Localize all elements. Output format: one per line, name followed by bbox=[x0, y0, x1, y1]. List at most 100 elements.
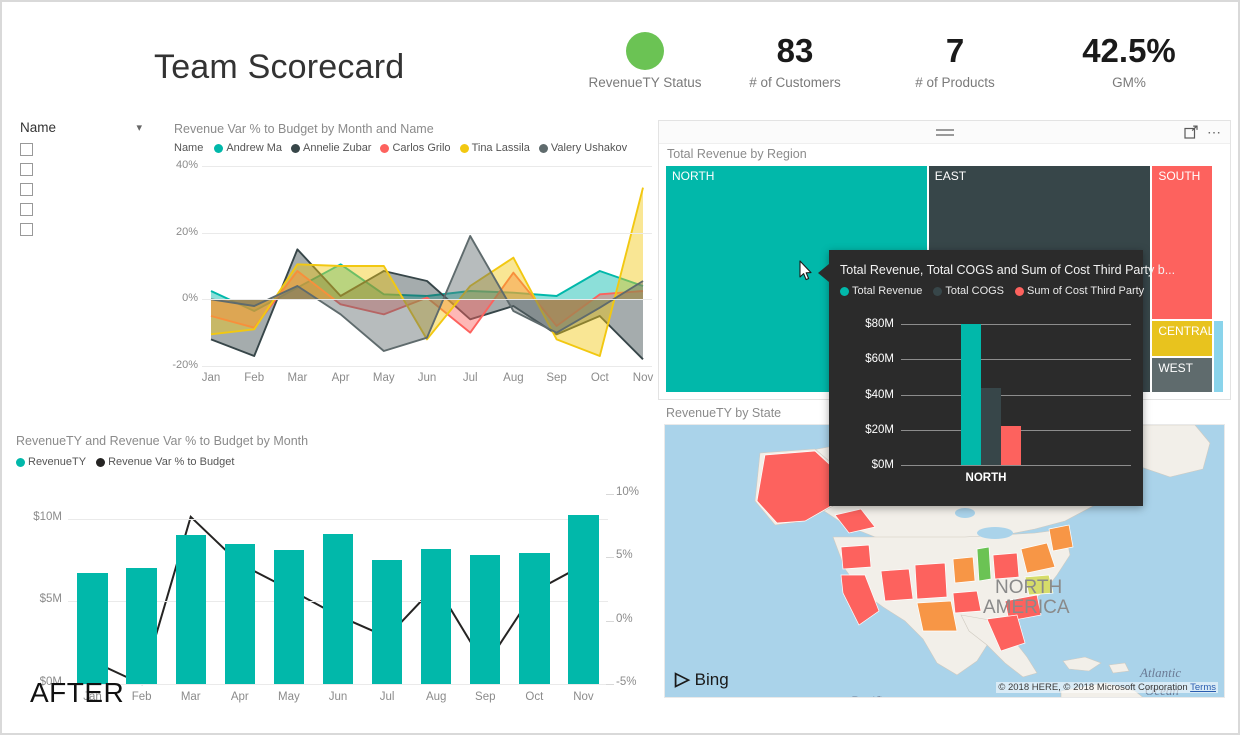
treemap-tile-south[interactable]: SOUTH bbox=[1151, 165, 1212, 320]
y-axis-tick-label: 0% bbox=[172, 292, 198, 304]
map-label: AMERICA bbox=[983, 597, 1070, 619]
y-axis-tick-label: $40M bbox=[865, 389, 894, 401]
focus-mode-icon[interactable] bbox=[1184, 125, 1198, 139]
kpi-card-gm-percent[interactable]: 42.5% GM% bbox=[1052, 32, 1206, 91]
slicer-header[interactable]: Name ▾ bbox=[20, 120, 142, 139]
y-axis-tick-label: $60M bbox=[865, 353, 894, 365]
bar[interactable] bbox=[77, 573, 107, 684]
legend-color-swatch bbox=[1015, 287, 1024, 296]
line-chart-revenue-var-by-month-and-name[interactable]: Revenue Var % to Budget by Month and Nam… bbox=[174, 122, 652, 402]
checkbox-icon[interactable] bbox=[20, 143, 33, 156]
status-indicator-circle bbox=[626, 32, 664, 70]
legend-color-swatch bbox=[933, 287, 942, 296]
gridline bbox=[68, 519, 608, 520]
kpi-card-revenuety-status[interactable]: RevenueTY Status bbox=[568, 32, 722, 91]
bar[interactable] bbox=[274, 550, 304, 684]
treemap-tile-label: NORTH bbox=[672, 169, 714, 183]
x-axis-tick-label: Mar bbox=[287, 372, 307, 384]
treemap-tile-label: EAST bbox=[935, 169, 966, 183]
after-annotation-label: AFTER bbox=[30, 677, 124, 709]
legend-item-carlos-grilo[interactable]: Carlos Grilo bbox=[380, 142, 450, 154]
y-axis-left-tick-label: $10M bbox=[18, 511, 62, 523]
tooltip-pointer bbox=[818, 264, 829, 282]
kpi-label: RevenueTY Status bbox=[568, 75, 722, 91]
x-axis-tick-label: Aug bbox=[426, 691, 446, 703]
treemap-tile[interactable] bbox=[1213, 320, 1224, 393]
checkbox-icon[interactable] bbox=[20, 223, 33, 236]
bar[interactable] bbox=[421, 549, 451, 684]
x-axis-tick-label: Nov bbox=[573, 691, 593, 703]
line-chart-svg bbox=[202, 166, 652, 366]
legend-item-revenue-var-to-budget[interactable]: Revenue Var % to Budget bbox=[96, 456, 234, 468]
checkbox-icon[interactable] bbox=[20, 183, 33, 196]
bar[interactable] bbox=[372, 560, 402, 684]
chevron-down-icon[interactable]: ▾ bbox=[136, 121, 142, 134]
tooltip-bar-total-revenue bbox=[961, 324, 981, 465]
slicer-title: Name bbox=[20, 120, 56, 135]
gridline bbox=[68, 684, 608, 685]
map-terms-link[interactable]: Terms bbox=[1190, 682, 1216, 693]
gridline bbox=[901, 395, 1131, 396]
name-slicer[interactable]: Name ▾ bbox=[20, 120, 170, 239]
kpi-value: 7 bbox=[878, 32, 1032, 70]
y-axis-right-tick-label: 5% bbox=[616, 549, 656, 561]
combo-chart-plot-area: $10M$5M$0M10%5%0%-5%JanFebMarAprMayJunJu… bbox=[68, 494, 608, 735]
gridline bbox=[202, 233, 652, 234]
combo-chart-revenuety-and-var-by-month[interactable]: RevenueTY and Revenue Var % to Budget by… bbox=[12, 434, 662, 704]
chart-legend[interactable]: RevenueTY Revenue Var % to Budget bbox=[16, 456, 234, 468]
powerbi-report-page: Team Scorecard RevenueTY Status 83 # of … bbox=[0, 0, 1240, 735]
chart-legend[interactable]: Name Andrew MaAnnelie ZubarCarlos GriloT… bbox=[174, 142, 627, 154]
legend-item-annelie-zubar[interactable]: Annelie Zubar bbox=[291, 142, 372, 154]
x-axis-tick-label: Feb bbox=[244, 372, 264, 384]
legend-item-andrew-ma[interactable]: Andrew Ma bbox=[214, 142, 282, 154]
legend-label: Revenue Var % to Budget bbox=[108, 456, 234, 468]
y-axis-tick-label: $20M bbox=[865, 424, 894, 436]
bar[interactable] bbox=[323, 534, 353, 684]
slicer-item-annelie-zubar[interactable] bbox=[20, 160, 170, 179]
bar[interactable] bbox=[126, 568, 156, 684]
kpi-label: GM% bbox=[1052, 75, 1206, 91]
bar[interactable] bbox=[225, 544, 255, 684]
kpi-value: 83 bbox=[718, 32, 872, 70]
bar[interactable] bbox=[568, 515, 598, 684]
map-label: Atlantic bbox=[1140, 665, 1181, 681]
kpi-card-products[interactable]: 7 # of Products bbox=[878, 32, 1032, 91]
checkbox-icon[interactable] bbox=[20, 163, 33, 176]
kpi-card-customers[interactable]: 83 # of Customers bbox=[718, 32, 872, 91]
bar[interactable] bbox=[470, 555, 500, 684]
legend-label: Sum of Cost Third Party bbox=[1027, 285, 1144, 297]
treemap-tile-west[interactable]: WEST bbox=[1151, 357, 1212, 393]
x-axis-tick-label: Apr bbox=[231, 691, 249, 703]
bar[interactable] bbox=[176, 535, 206, 684]
tooltip-plot-area: $80M$60M$40M$20M$0M bbox=[901, 310, 1131, 465]
gridline bbox=[901, 465, 1131, 466]
map-label: Pacific bbox=[851, 693, 888, 698]
bar[interactable] bbox=[519, 553, 549, 684]
checkbox-icon[interactable] bbox=[20, 203, 33, 216]
x-axis-tick-label: Aug bbox=[503, 372, 523, 384]
slicer-item-carlos-grilo[interactable] bbox=[20, 180, 170, 199]
x-axis-tick-label: Jul bbox=[463, 372, 478, 384]
legend-color-swatch bbox=[96, 458, 105, 467]
legend-item-tina-lassila[interactable]: Tina Lassila bbox=[460, 142, 530, 154]
treemap-tile-label: SOUTH bbox=[1158, 169, 1200, 183]
legend-item-total-cogs: Total COGS bbox=[933, 285, 1004, 297]
x-axis-tick-label: Jun bbox=[329, 691, 348, 703]
gridline bbox=[901, 359, 1131, 360]
y-axis-right-tick bbox=[606, 494, 614, 495]
slicer-item-valery-ushakov[interactable] bbox=[20, 220, 170, 239]
slicer-item-andrew-ma[interactable] bbox=[20, 140, 170, 159]
legend-color-swatch bbox=[840, 287, 849, 296]
treemap-tile-label: CENTRAL bbox=[1158, 324, 1214, 338]
legend-item-valery-ushakov[interactable]: Valery Ushakov bbox=[539, 142, 627, 154]
x-axis-tick-label: Jun bbox=[418, 372, 437, 384]
visual-header: ⋯ bbox=[659, 121, 1230, 144]
drag-handle-icon[interactable] bbox=[936, 129, 954, 139]
treemap-tile-central[interactable]: CENTRAL bbox=[1151, 320, 1212, 356]
more-options-icon[interactable]: ⋯ bbox=[1207, 125, 1222, 139]
legend-color-swatch bbox=[291, 144, 300, 153]
slicer-item-tina-lassila[interactable] bbox=[20, 200, 170, 219]
legend-label: Tina Lassila bbox=[472, 142, 530, 154]
y-axis-tick-label: $80M bbox=[865, 318, 894, 330]
legend-item-revenuety[interactable]: RevenueTY bbox=[16, 456, 86, 468]
